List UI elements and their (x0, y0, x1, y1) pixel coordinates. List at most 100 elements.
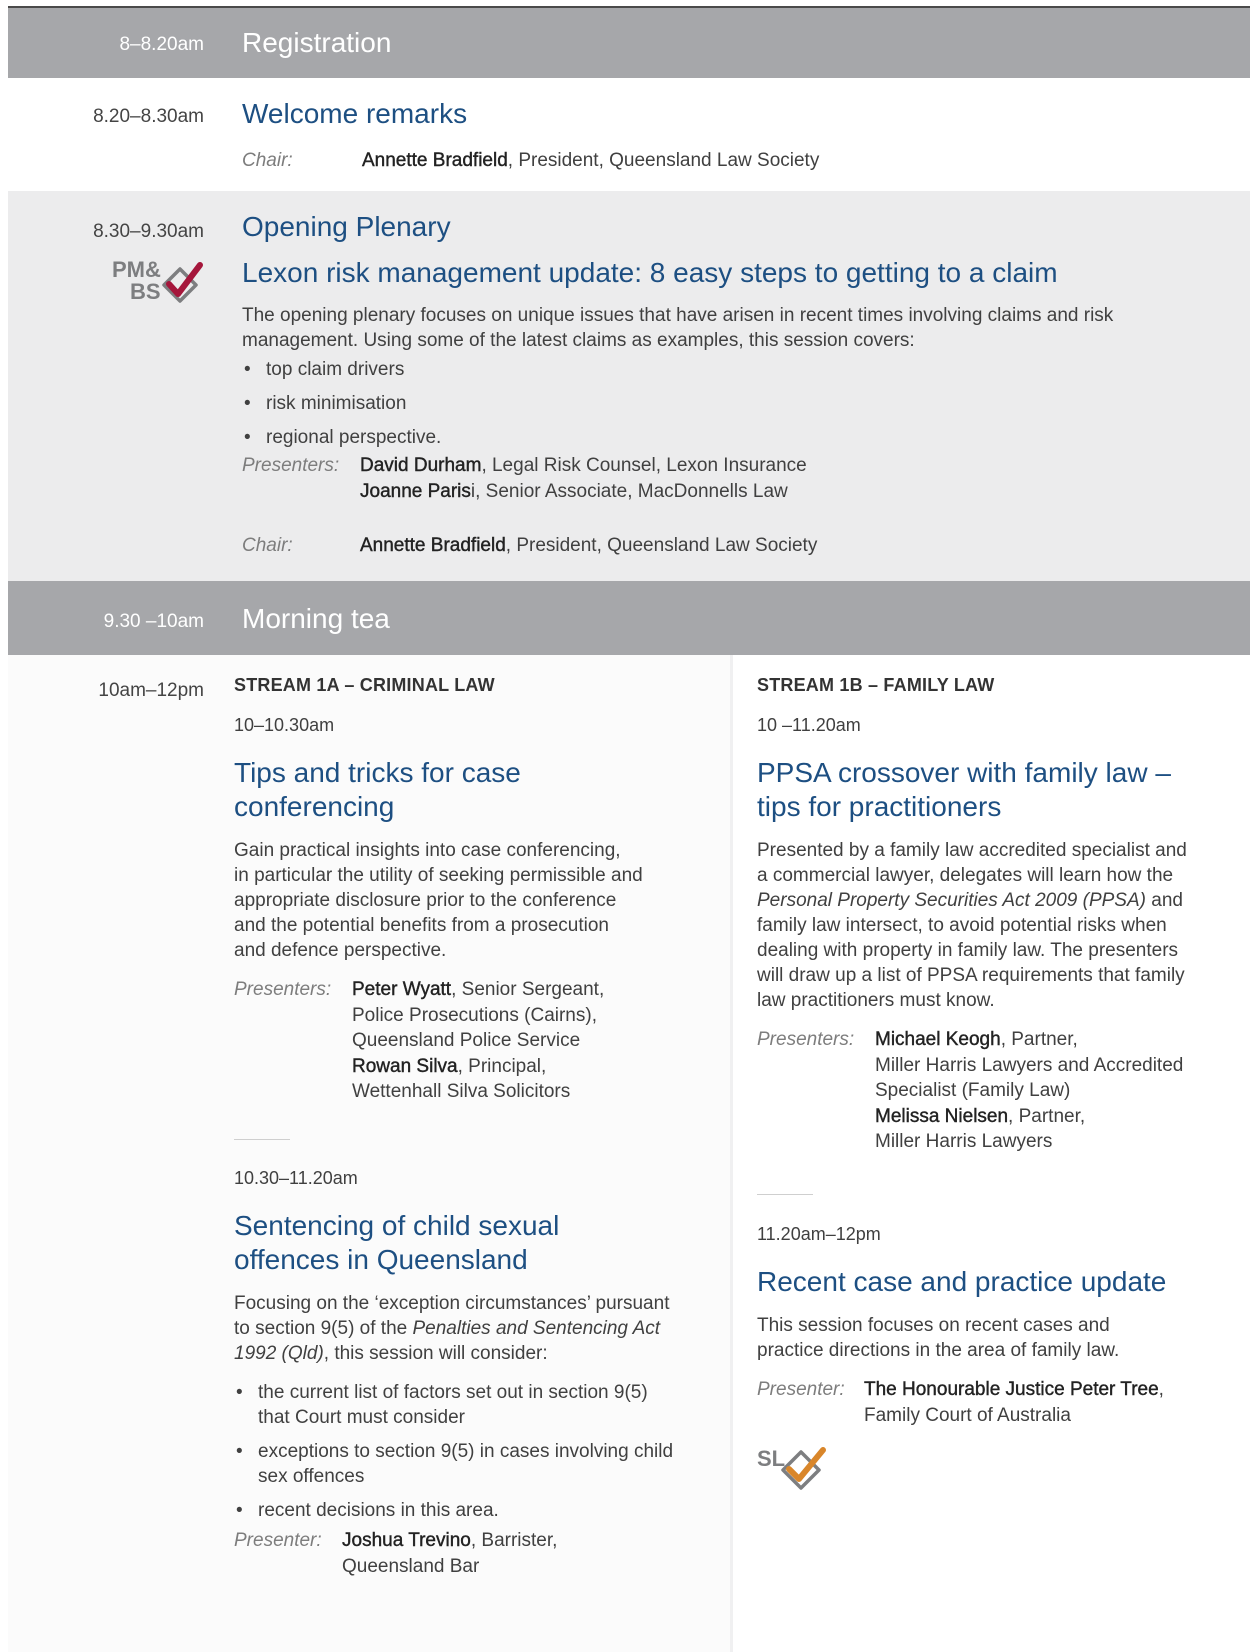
list-item: top claim drivers (242, 357, 1142, 382)
plenary-intro: The opening plenary focuses on unique is… (242, 305, 1114, 351)
presenter-role: , Barrister, (470, 1530, 558, 1551)
presenter-name: Michael Keogh (875, 1029, 1001, 1050)
presenter-line: Peter Wyatt, Senior Sergeant, (352, 977, 714, 1003)
stream-1b: STREAM 1B – FAMILY LAW 10 –11.20am PPSA … (757, 675, 1237, 1155)
presenter-role: , Partner, (1008, 1105, 1086, 1127)
streams-time: 10am–12pm (98, 680, 204, 701)
text-line: This session focuses on recent cases and (757, 1315, 1110, 1336)
session-title: Sentencing of child sexual offences in Q… (234, 1209, 724, 1277)
text-span: and (1145, 890, 1183, 911)
chair-role: , President, Queensland Law Society (507, 150, 820, 171)
presenter-name: Joanne Paris (360, 480, 471, 502)
plenary-chair: Chair: Annette Bradfield, President, Quee… (242, 533, 1142, 558)
session-time: 10–10.30am (234, 715, 335, 735)
session-description: This session focuses on recent cases and… (757, 1313, 1237, 1363)
text-span: to section 9(5) of the (234, 1318, 413, 1339)
presenter-name: The Honourable Justice Peter Tree (864, 1379, 1159, 1400)
divider (757, 1194, 813, 1195)
presenters-label: Presenters: (757, 1029, 855, 1050)
morning-tea-time: 9.30 –10am (103, 611, 204, 632)
session-title-line: conferencing (234, 791, 395, 822)
text-line: law practitioners must know. (757, 990, 995, 1011)
plenary-band: 8.30–9.30am Opening Plenary PM& BS Lexon… (8, 191, 1250, 581)
text-line: family law intersect, to avoid potential… (757, 915, 1167, 936)
presenter-line: Rowan Silva, Principal, (352, 1054, 714, 1080)
text-line: 1992 (Qld), this session will consider: (234, 1341, 724, 1366)
text-line: and the potential benefits from a prosec… (234, 915, 609, 936)
session-title-line: PPSA crossover with family law – (757, 757, 1171, 788)
morning-tea-band: 9.30 –10am Morning tea (8, 581, 1250, 655)
welcome-chair: Chair: Annette Bradfield, President, Quee… (242, 148, 1142, 173)
list-item: recent decisions in this area. (234, 1498, 724, 1523)
presenter-line: Melissa Nielsen, Partner, (875, 1104, 1237, 1130)
stream-1b-session-2: 11.20am–12pm Recent case and practice up… (757, 1224, 1237, 1498)
text-line: in particular the utility of seeking per… (234, 865, 643, 886)
text-line: a commercial lawyer, delegates will lear… (757, 865, 1174, 886)
presenter-name: Melissa Nielsen (875, 1105, 1009, 1127)
session-time: 10 –11.20am (757, 715, 861, 735)
presenter-line: Queensland Bar (342, 1555, 480, 1577)
presenter-line: Miller Harris Lawyers and Accredited (875, 1054, 1184, 1076)
presenter-label: Presenter: (757, 1379, 845, 1400)
text-line: Presented by a family law accredited spe… (757, 840, 1187, 861)
stream-1a: STREAM 1A – CRIMINAL LAW 10–10.30am Tips… (234, 675, 714, 1105)
checkmark-diamond-icon (781, 1447, 826, 1490)
plenary-presenters: Presenters: David Durham, Legal Risk Cou… (242, 453, 1142, 504)
divider (234, 1139, 290, 1140)
chair-label: Chair: (242, 150, 293, 171)
presenter-role: , (1158, 1379, 1164, 1400)
chair-role: , President, Queensland Law Society (505, 535, 818, 556)
welcome-band: 8.20–8.30am Welcome remarks Chair: Annett… (8, 78, 1250, 191)
chair-label: Chair: (242, 535, 293, 556)
morning-tea-title: Morning tea (242, 603, 390, 634)
session-title-line: tips for practitioners (757, 791, 1002, 822)
text-line: dealing with property in family law. The… (757, 940, 1179, 961)
presenter-name: David Durham (360, 455, 482, 476)
presenters-label: Presenters: (234, 979, 332, 1000)
plenary-subtitle: Lexon risk management update: 8 easy ste… (242, 257, 1058, 288)
session-title: PPSA crossover with family law – tips fo… (757, 756, 1237, 824)
session-title: Recent case and practice update (757, 1266, 1167, 1297)
act-title: Personal Property Securities Act 2009 (P… (757, 890, 1146, 911)
text-line: will draw up a list of PPSA requirements… (757, 965, 1185, 986)
text-line: and defence perspective. (234, 940, 447, 961)
session-presenter: Presenter: Joshua Trevino, Barrister, Qu… (234, 1528, 724, 1579)
presenter-name: Rowan Silva (352, 1055, 458, 1077)
presenter-label: Presenter: (234, 1530, 322, 1551)
presenter-line: Wettenhall Silva Solicitors (352, 1081, 571, 1102)
text-line: Gain practical insights into case confer… (234, 840, 621, 861)
session-presenters: Presenters: Peter Wyatt, Senior Sergeant… (234, 977, 714, 1105)
session-presenters: Presenters: Michael Keogh, Partner, Mill… (757, 1027, 1237, 1155)
welcome-time: 8.20–8.30am (93, 106, 204, 127)
session-bullets: the current list of factors set out in s… (234, 1380, 724, 1523)
session-title-line: Sentencing of child sexual (234, 1210, 560, 1241)
plenary-bullets: top claim drivers risk minimisation regi… (242, 357, 1142, 459)
text-span: , this session will consider: (323, 1343, 548, 1364)
presenter-line: Police Prosecutions (Cairns), (352, 1004, 597, 1026)
presenter-line: Miller Harris Lawyers (875, 1131, 1053, 1152)
text-line: practice directions in the area of famil… (757, 1340, 1120, 1361)
act-title: Penalties and Sentencing Act (412, 1318, 661, 1339)
registration-title: Registration (242, 27, 392, 58)
session-title-line: Tips and tricks for case (234, 757, 521, 788)
presenter-role: , Partner, (1000, 1029, 1078, 1050)
chair-name: Annette Bradfield (360, 535, 506, 556)
list-item: risk minimisation (242, 391, 1142, 416)
welcome-title: Welcome remarks (242, 98, 468, 129)
list-item: the current list of factors set out in s… (234, 1380, 724, 1430)
text-line: appropriate disclosure prior to the conf… (234, 890, 617, 911)
sl-badge: SL (757, 1442, 837, 1498)
session-time: 11.20am–12pm (757, 1224, 881, 1244)
column-separator (730, 655, 733, 1652)
presenter-line: Joshua Trevino, Barrister, (342, 1528, 724, 1554)
presenter-role: , Legal Risk Counsel, Lexon Insurance (481, 455, 807, 476)
session-description: Focusing on the ‘exception circumstances… (234, 1291, 724, 1366)
plenary-time: 8.30–9.30am (93, 221, 204, 242)
presenter-line: Specialist (Family Law) (875, 1080, 1071, 1101)
registration-band: 8–8.20am Registration (8, 8, 1250, 78)
session-presenter: Presenter: The Honourable Justice Peter … (757, 1377, 1237, 1428)
checkmark-diamond-icon (162, 262, 203, 303)
presenter-name: Peter Wyatt (352, 979, 452, 1000)
session-title-line: offences in Queensland (234, 1244, 528, 1275)
presenter-role: i, Senior Associate, MacDonnells Law (470, 480, 788, 502)
